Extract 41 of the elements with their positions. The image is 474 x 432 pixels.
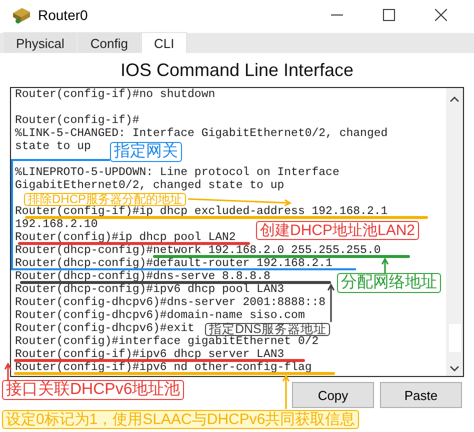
- tab[interactable]: Physical: [3, 32, 78, 53]
- annotation-label: 设定0标记为1，使用SLAAC与DHCPv6共同获取信息: [2, 410, 360, 429]
- terminal-line: Router(config-if)#no shutdown: [15, 88, 216, 101]
- terminal-line: Router(config-if)#ipv6 nd other-config-flag: [15, 361, 312, 374]
- terminal-line: Router(dhcp-config)#default-router 192.168.2.1: [15, 257, 332, 270]
- scrollbar[interactable]: [446, 88, 463, 376]
- terminal-line: Router(config-if)#ipv6 dhcp server LAN3: [15, 348, 284, 361]
- annotation-label: 创建DHCP地址池LAN2: [256, 221, 420, 240]
- tab[interactable]: CLI: [141, 32, 188, 53]
- chevron-down-icon[interactable]: [450, 366, 459, 372]
- terminal-line: GigabitEthernet0/2, changed state to up: [15, 179, 284, 192]
- tab[interactable]: Config: [77, 32, 141, 53]
- heading: IOS Command Line Interface: [119, 58, 355, 82]
- annotation-label: 指定网关: [110, 142, 182, 162]
- terminal-line: Router(dhcp-config)#network 192.168.2.0 255.255.255.0: [15, 244, 381, 257]
- terminal-line: Router(dhcp-config)#ipv6 dhcp pool LAN3: [15, 283, 284, 296]
- annotation-label: 分配网络地址: [337, 273, 441, 293]
- terminal-line: Router(config-if)#: [15, 114, 140, 127]
- terminal-line: %LINK-5-CHANGED: Interface GigabitEthernet0/2, changed: [15, 127, 388, 140]
- terminal-line: state to up: [15, 140, 91, 153]
- minimize-icon[interactable]: [331, 14, 343, 16]
- terminal-line: Router(config-if)#ip dhcp excluded-address 192.168.2.1: [15, 205, 388, 218]
- terminal-line: Router(dhcp-config)#dns-serve 8.8.8.8: [15, 270, 270, 283]
- terminal-line: %LINEPROTO-5-UPDOWN: Line protocol on Interface: [15, 166, 340, 179]
- arrow: [327, 283, 335, 322]
- terminal-line: Router(config)#interface gigabitEthernet 0/2: [15, 335, 319, 348]
- terminal-line: Router(config-dhcpv6)#dns-server 2001:8888::8: [15, 296, 326, 309]
- terminal-line: Router(config-dhcpv6)#exit: [15, 322, 194, 335]
- chevron-up-icon[interactable]: [450, 96, 459, 102]
- router-icon: [10, 5, 32, 25]
- annotation-label: 接口关联DHCPv6地址池: [2, 380, 184, 400]
- terminal-line: Router(config-dhcpv6)#domain-name siso.com: [15, 309, 305, 322]
- maximize-icon[interactable]: [383, 9, 395, 21]
- terminal-line: 192.168.2.10: [15, 218, 98, 231]
- window-title: Router0: [38, 7, 89, 23]
- terminal-line: Router(config)#ip dhcp pool LAN2: [15, 231, 236, 244]
- close-icon[interactable]: [435, 9, 447, 21]
- copy-button[interactable]: Copy: [292, 382, 374, 408]
- arrow: [282, 374, 290, 409]
- arrow: [381, 257, 389, 273]
- paste-button[interactable]: Paste: [380, 382, 462, 408]
